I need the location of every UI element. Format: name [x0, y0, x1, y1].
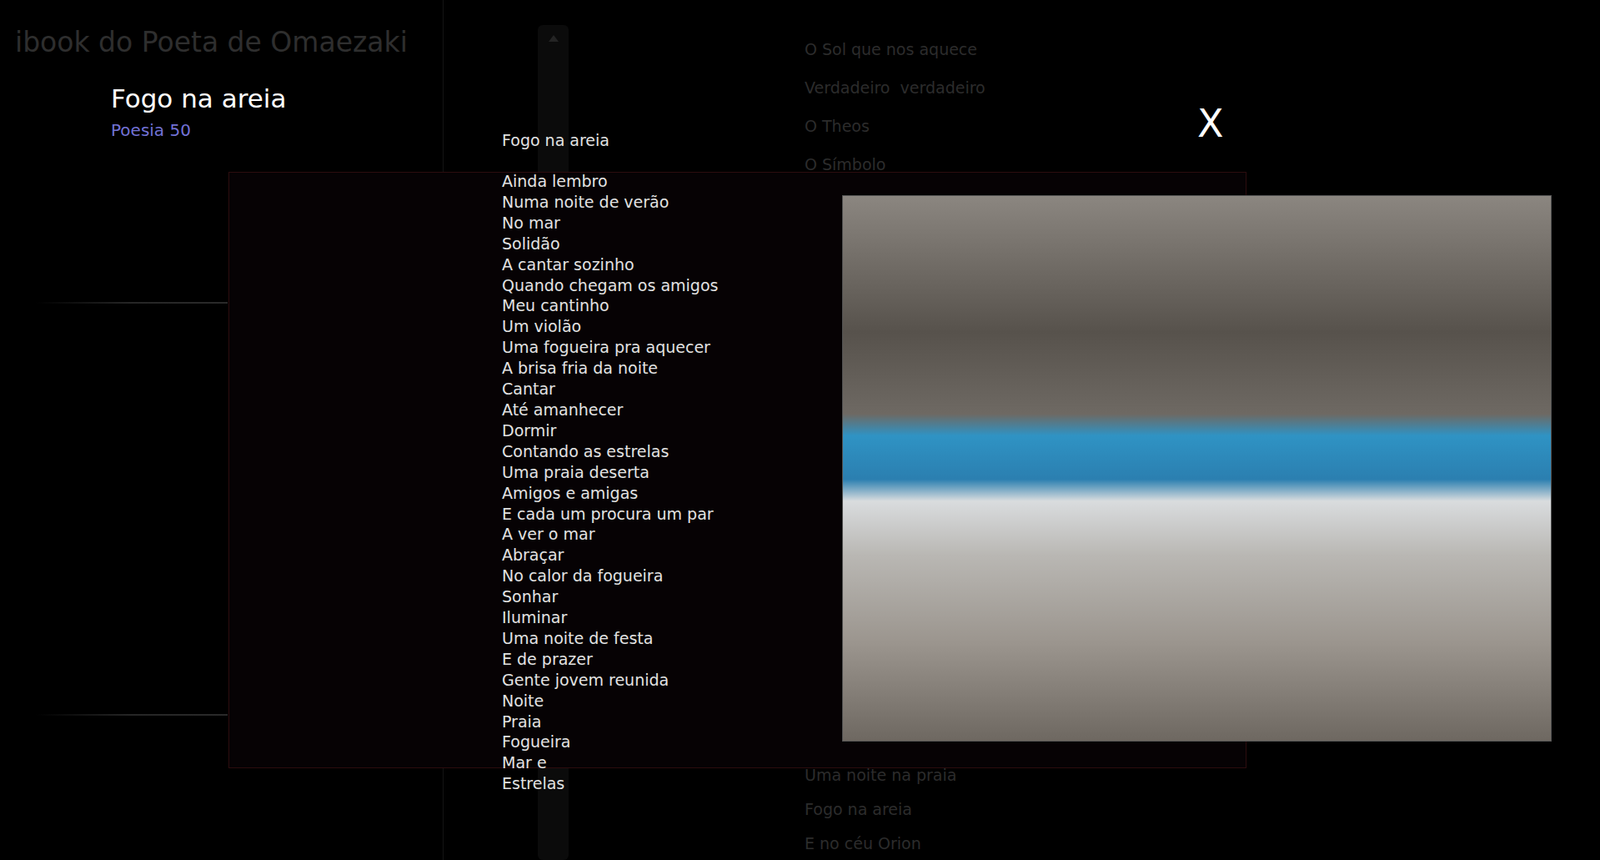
book-subtitle: ibook do Poeta de Omaezaki: [15, 25, 443, 61]
poem-line: Fogueira: [501, 731, 843, 753]
poem-line: Uma noite de festa: [501, 627, 843, 649]
arrow-up-icon[interactable]: [548, 35, 559, 42]
poem-line: Solidão: [501, 233, 843, 255]
poem-text: Fogo na areia Ainda lembroNuma noite de v…: [501, 0, 843, 860]
poem-line: Até amanhecer: [501, 399, 843, 421]
poem-line: Gente jovem reunida: [501, 669, 843, 691]
poem-line: Quando chegam os amigos: [501, 275, 843, 296]
poem-number: Poesia 50: [110, 119, 502, 141]
photo-column: X: [842, 0, 1552, 860]
close-button[interactable]: X: [1193, 101, 1228, 146]
poem-line: Amigos e amigas: [501, 482, 843, 504]
poem-line: E cada um procura um par: [501, 503, 843, 525]
poem-title: Fogo na areia: [501, 130, 843, 151]
poem-line: A brisa fria da noite: [501, 357, 843, 379]
poem-list-item[interactable]: E no céu Orion: [804, 832, 1600, 853]
poem-line: Ainda lembro: [501, 170, 843, 192]
poem-list-item[interactable]: Fogo na areia: [804, 798, 1600, 819]
poem-line: Cantar: [501, 378, 843, 400]
poem-line: Meu cantinho: [501, 295, 843, 316]
poem-list-item[interactable]: Verdadeiro verdadeiro: [804, 77, 1600, 98]
divider: [35, 713, 228, 716]
poem-line: Iluminar: [501, 606, 843, 628]
poem-line: Contando as estrelas: [501, 441, 843, 462]
poem-line: Abraçar: [501, 544, 843, 566]
poem-modal: Fogo na areiaPoesia 50Fogo na areiaAinda…: [0, 0, 1600, 860]
divider: [35, 301, 228, 304]
page: ibook do Poeta de Omaezaki O Sol que nos …: [0, 0, 1600, 860]
poem-line: Uma praia deserta: [501, 461, 843, 483]
poem-photo: [842, 195, 1552, 742]
poem-line: Dormir: [501, 420, 843, 442]
poem-line: Sonhar: [501, 586, 843, 607]
poem-line: Noite: [501, 690, 843, 712]
poem-list-group: Uma noite na praiaFogo na areiaE no céu …: [804, 764, 1600, 853]
poem-line: No calor da fogueira: [501, 565, 843, 587]
poem-line: Estrelas: [501, 772, 843, 794]
poem-list-item[interactable]: O Sol que nos aquece: [804, 39, 1600, 60]
poem-line: No mar: [501, 212, 843, 234]
poem-line: Numa noite de verão: [501, 191, 843, 213]
poem-line: E de prazer: [501, 648, 843, 670]
poem-header: Fogo na areia Poesia 50: [0, 0, 502, 860]
poem-line: A cantar sozinho: [501, 254, 843, 276]
poem-line: Uma fogueira pra aquecer: [501, 336, 843, 358]
poem-line: Mar e: [501, 752, 843, 773]
poem-line: A ver o mar: [501, 523, 843, 545]
poem-line: Praia: [501, 711, 843, 733]
poem-header-title: Fogo na areia: [110, 82, 502, 115]
poem-line: Um violão: [501, 315, 843, 337]
